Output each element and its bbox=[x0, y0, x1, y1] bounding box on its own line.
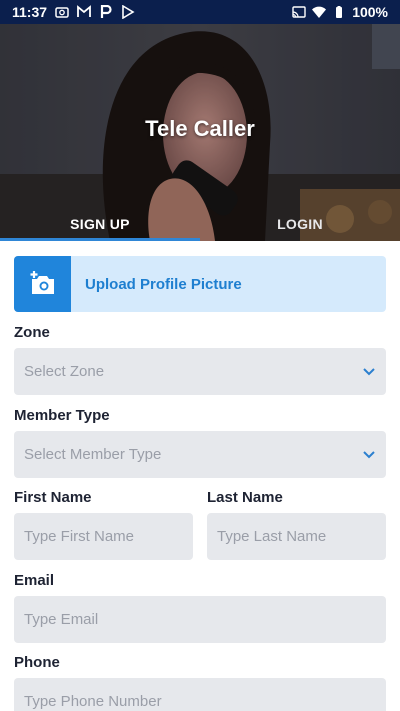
phone-label: Phone bbox=[14, 654, 60, 671]
first-name-label: First Name bbox=[14, 489, 92, 506]
upload-profile-picture-button[interactable]: Upload Profile Picture bbox=[14, 256, 386, 312]
battery-icon bbox=[332, 5, 346, 19]
phone-field[interactable] bbox=[14, 678, 386, 711]
cast-icon bbox=[292, 5, 306, 19]
member-type-select[interactable]: Select Member Type bbox=[14, 431, 386, 478]
active-tab-indicator bbox=[0, 238, 200, 241]
upload-label: Upload Profile Picture bbox=[85, 275, 242, 293]
chevron-down-icon bbox=[362, 450, 376, 460]
play-store-icon bbox=[121, 5, 135, 19]
add-photo-icon bbox=[30, 271, 54, 294]
gmail-icon bbox=[77, 5, 91, 19]
last-name-input[interactable] bbox=[217, 528, 376, 545]
upload-icon-box bbox=[14, 256, 71, 312]
zone-select[interactable]: Select Zone bbox=[14, 348, 386, 395]
email-field[interactable] bbox=[14, 596, 386, 643]
camera-icon bbox=[55, 5, 69, 19]
parking-icon bbox=[99, 5, 113, 19]
first-name-input[interactable] bbox=[24, 528, 183, 545]
first-name-field[interactable] bbox=[14, 513, 193, 560]
email-input[interactable] bbox=[24, 611, 376, 628]
chevron-down-icon bbox=[362, 367, 376, 377]
wifi-icon bbox=[312, 5, 327, 19]
auth-tabs: SIGN UP LOGIN bbox=[0, 207, 400, 241]
last-name-field[interactable] bbox=[207, 513, 386, 560]
status-right: 100% bbox=[292, 4, 388, 20]
member-type-label: Member Type bbox=[14, 407, 110, 424]
status-bar: 11:37 100% bbox=[0, 0, 400, 24]
phone-input[interactable] bbox=[24, 678, 376, 711]
email-label: Email bbox=[14, 572, 55, 589]
header-banner: Tele Caller SIGN UP LOGIN bbox=[0, 24, 400, 241]
last-name-label: Last Name bbox=[207, 489, 283, 506]
tab-login[interactable]: LOGIN bbox=[200, 207, 400, 241]
app-title: Tele Caller bbox=[145, 116, 255, 141]
status-time: 11:37 bbox=[12, 4, 48, 20]
battery-percentage: 100% bbox=[352, 4, 388, 20]
zone-label: Zone bbox=[14, 324, 50, 341]
status-left: 11:37 bbox=[12, 4, 135, 20]
member-type-select-value: Select Member Type bbox=[24, 446, 162, 463]
zone-select-value: Select Zone bbox=[24, 363, 105, 380]
tab-sign-up[interactable]: SIGN UP bbox=[0, 207, 200, 241]
